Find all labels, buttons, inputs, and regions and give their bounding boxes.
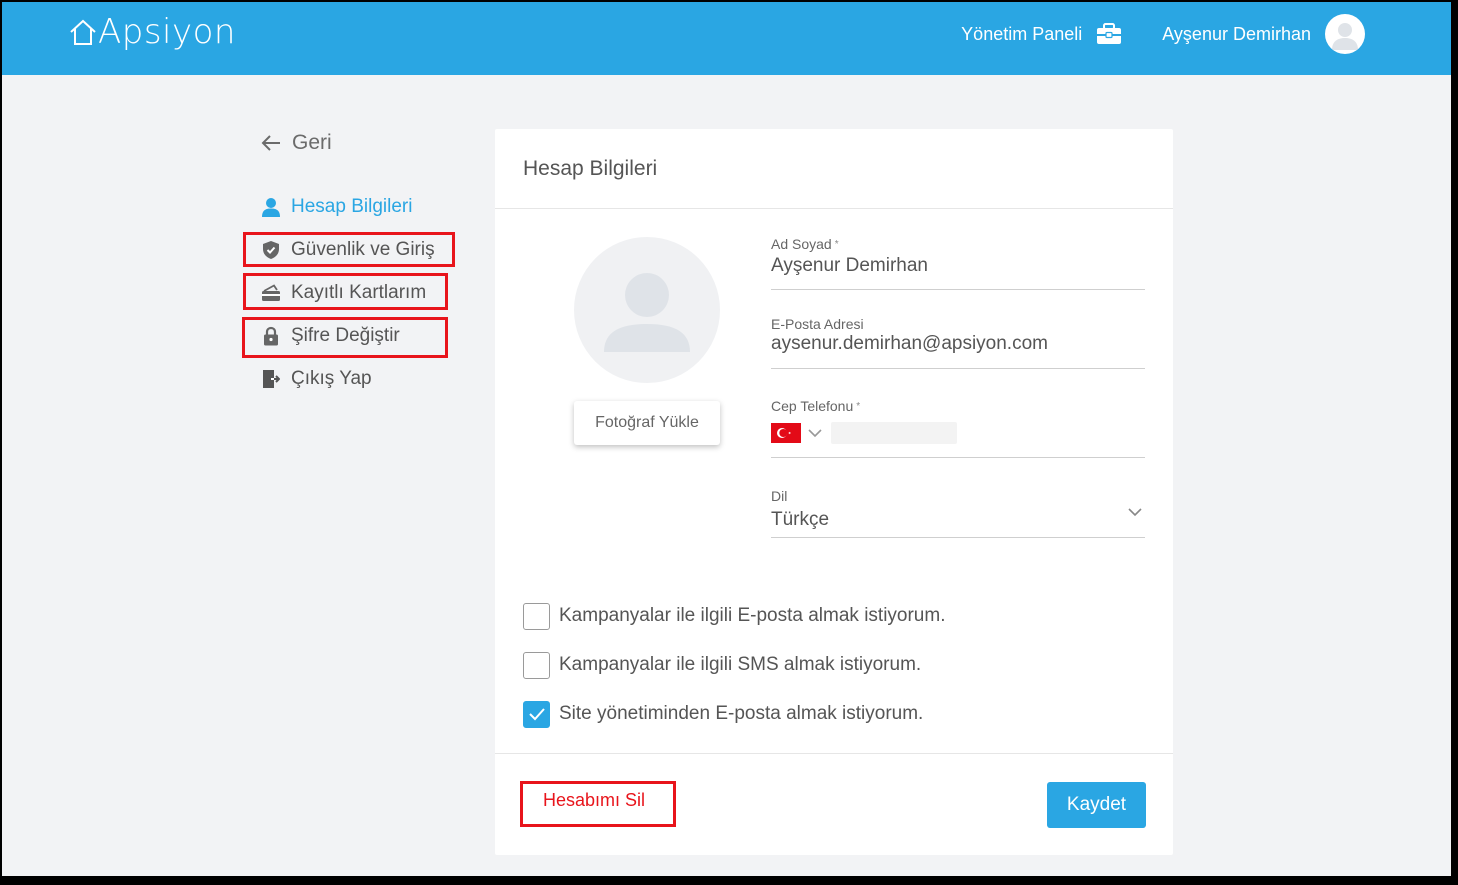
highlight-box-delete-account [520, 781, 676, 827]
email-field[interactable]: E-Posta Adresi aysenur.demirhan@apsiyon.… [771, 290, 1145, 369]
default-avatar-icon [1332, 23, 1358, 50]
profile-photo [574, 237, 720, 383]
highlight-box-saved-cards [243, 273, 448, 310]
phone-label: Cep Telefonu * [771, 398, 861, 414]
account-form: Ad Soyad * Ayşenur Demirhan E-Posta Adres… [771, 233, 1145, 538]
checkbox[interactable] [523, 651, 550, 679]
email-campaign-checkbox[interactable]: Kampanyalar ile ilgili E-posta almak ist… [523, 601, 945, 631]
back-label: Geri [292, 131, 332, 154]
upload-photo-button[interactable]: Fotoğraf Yükle [574, 401, 720, 445]
logout-icon [260, 368, 282, 390]
highlight-box-change-password [242, 317, 448, 358]
avatar[interactable] [1325, 14, 1365, 54]
apsiyon-logo[interactable]: Apsiyon [68, 10, 236, 54]
back-link[interactable]: Geri [260, 128, 470, 158]
email-label: E-Posta Adresi [771, 316, 864, 332]
sms-campaign-checkbox[interactable]: Kampanyalar ile ilgili SMS almak istiyor… [523, 650, 945, 680]
checkbox-label: Site yönetiminden E-posta almak istiyoru… [559, 703, 924, 724]
name-label: Ad Soyad * [771, 236, 839, 252]
site-management-email-checkbox[interactable]: Site yönetiminden E-posta almak istiyoru… [523, 699, 945, 729]
checkbox-label: Kampanyalar ile ilgili E-posta almak ist… [559, 605, 946, 626]
user-icon [260, 196, 282, 218]
language-select[interactable]: Dil Türkçe [771, 458, 1145, 538]
sidebar-item-logout[interactable]: Çıkış Yap [260, 363, 470, 395]
app-window: Apsiyon Yönetim Paneli Ayşenur Demirhan [2, 2, 1451, 876]
top-bar: Apsiyon Yönetim Paneli Ayşenur Demirhan [2, 2, 1451, 75]
preferences-checkboxes: Kampanyalar ile ilgili E-posta almak ist… [523, 601, 945, 748]
sidebar-item-label: Çıkış Yap [291, 368, 372, 389]
house-logo-icon [70, 19, 96, 45]
account-info-card: Hesap Bilgileri Fotoğraf Yükle Ad Soyad *… [495, 129, 1173, 855]
default-avatar-icon [604, 273, 690, 352]
highlight-box-security [243, 232, 455, 267]
name-input[interactable]: Ayşenur Demirhan [771, 255, 1145, 277]
checkbox[interactable] [523, 602, 550, 630]
save-button[interactable]: Kaydet [1047, 782, 1146, 828]
phone-input[interactable] [831, 422, 957, 444]
email-input[interactable]: aysenur.demirhan@apsiyon.com [771, 333, 1145, 355]
photo-section: Fotoğraf Yükle [574, 237, 720, 445]
checkbox-label: Kampanyalar ile ilgili SMS almak istiyor… [559, 654, 922, 675]
checkbox[interactable] [523, 700, 550, 728]
phone-field[interactable]: Cep Telefonu * [771, 369, 1145, 458]
sidebar-item-account-info[interactable]: Hesap Bilgileri [260, 191, 470, 223]
user-name[interactable]: Ayşenur Demirhan [1162, 24, 1311, 45]
chevron-down-icon[interactable] [1127, 507, 1143, 517]
language-label: Dil [771, 488, 788, 504]
arrow-left-icon [261, 135, 280, 151]
card-header: Hesap Bilgileri [495, 129, 1173, 209]
management-panel-link[interactable]: Yönetim Paneli [961, 23, 1122, 45]
card-title: Hesap Bilgileri [523, 156, 658, 180]
management-panel-label: Yönetim Paneli [961, 23, 1083, 44]
sidebar-item-label: Hesap Bilgileri [291, 196, 413, 217]
settings-sidebar: Geri Hesap Bilgileri Güvenlik ve Giriş K… [260, 128, 470, 406]
checkmark-icon [528, 708, 545, 721]
briefcase-icon [1097, 23, 1122, 44]
turkey-flag-icon[interactable] [771, 423, 801, 443]
language-value: Türkçe [771, 509, 830, 530]
logo-text: Apsiyon [98, 12, 236, 52]
chevron-down-icon[interactable] [807, 428, 823, 438]
name-field[interactable]: Ad Soyad * Ayşenur Demirhan [771, 233, 1145, 290]
